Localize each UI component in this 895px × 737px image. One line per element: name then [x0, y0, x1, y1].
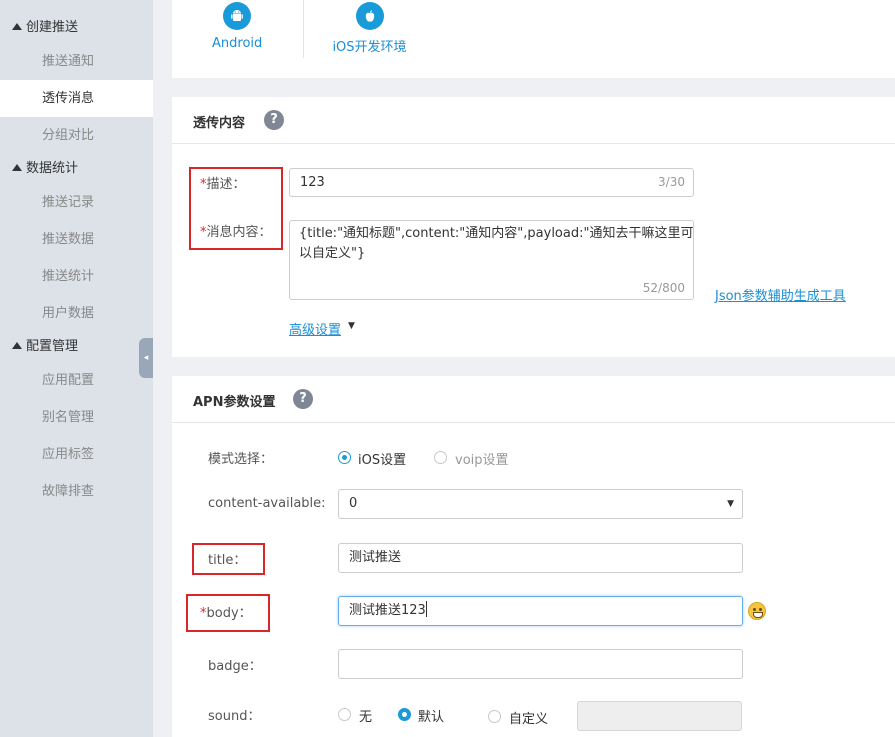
section-title-apn: APN参数设置: [193, 395, 276, 410]
apn-settings-panel: APN参数设置 ? 模式选择： iOS设置 voip设置 content-ava…: [172, 376, 895, 737]
content-char-counter: 52/800: [642, 281, 685, 295]
sidebar-group-label: 配置管理: [26, 339, 79, 354]
tab-ios-dev[interactable]: iOS开发环境: [327, 0, 412, 58]
section-divider: [172, 422, 895, 423]
description-label: *描述：: [200, 177, 246, 192]
message-content-textarea[interactable]: {title:"通知标题",content:"通知内容",payload:"通知…: [289, 220, 694, 300]
advanced-settings-link[interactable]: 高级设置: [289, 319, 341, 338]
description-value: 123: [300, 175, 325, 190]
section-title-passthrough: 透传内容: [193, 116, 246, 131]
sidebar-collapse-handle[interactable]: ◂: [139, 338, 153, 378]
sidebar-item-alias-management[interactable]: 别名管理: [0, 399, 153, 436]
mode-option-voip: voip设置: [455, 453, 509, 468]
sidebar: 创建推送 推送通知 透传消息 分组对比 数据统计 推送记录 推送数据 推送统计 …: [0, 0, 153, 737]
help-icon[interactable]: ?: [264, 110, 284, 130]
section-divider: [172, 143, 895, 144]
description-input[interactable]: 123 3/30: [289, 168, 694, 197]
sidebar-item-user-data[interactable]: 用户数据: [0, 295, 153, 332]
apn-title-value: 测试推送: [349, 550, 402, 565]
sidebar-group-config[interactable]: 配置管理: [12, 336, 78, 358]
apple-icon: [355, 2, 384, 30]
mode-option-ios: iOS设置: [358, 453, 407, 468]
content-available-select[interactable]: 0 ▼: [338, 489, 743, 519]
sound-option-custom: 自定义: [509, 712, 549, 727]
passthrough-content-panel: 透传内容 ? *描述： *消息内容： 123 3/30 {title:"通知标题…: [172, 97, 895, 357]
apn-badge-input[interactable]: [338, 649, 743, 679]
help-icon[interactable]: ?: [293, 389, 313, 409]
mode-select-label: 模式选择：: [208, 452, 274, 467]
sidebar-item-group-compare[interactable]: 分组对比: [0, 117, 153, 154]
sidebar-group-create-push[interactable]: 创建推送: [12, 17, 78, 39]
sound-radio-custom[interactable]: [488, 710, 501, 723]
sidebar-item-troubleshooting[interactable]: 故障排查: [0, 473, 153, 510]
platform-tabs-panel: Android iOS开发环境: [172, 0, 895, 78]
collapse-triangle-icon: [12, 164, 22, 171]
apn-body-label: *body：: [200, 606, 252, 621]
apn-sound-label: sound：: [208, 709, 261, 724]
dropdown-caret-icon: ▼: [348, 321, 355, 331]
sound-option-none: 无: [359, 710, 373, 725]
message-content-value: {title:"通知标题",content:"通知内容",payload:"通知…: [299, 226, 694, 261]
sidebar-item-app-tags[interactable]: 应用标签: [0, 436, 153, 473]
tab-ios-label: iOS开发环境: [332, 40, 407, 55]
message-content-label: *消息内容：: [200, 225, 272, 240]
sidebar-group-data-stats[interactable]: 数据统计: [12, 158, 78, 180]
sound-radio-default[interactable]: [398, 708, 411, 721]
collapse-triangle-icon: [12, 342, 22, 349]
description-char-counter: 3/30: [658, 175, 685, 189]
text-cursor: [425, 601, 427, 617]
mode-radio-ios[interactable]: [338, 451, 351, 464]
apn-title-input[interactable]: 测试推送: [338, 543, 743, 573]
content-available-label: content-available:: [208, 496, 326, 511]
apn-body-input[interactable]: 测试推送123: [338, 596, 743, 626]
mode-radio-voip[interactable]: [434, 451, 447, 464]
apn-title-label: title：: [208, 553, 247, 568]
tab-divider: [303, 0, 304, 58]
apn-body-value: 测试推送123: [349, 603, 426, 618]
sidebar-item-push-records[interactable]: 推送记录: [0, 184, 153, 221]
sidebar-item-app-config[interactable]: 应用配置: [0, 362, 153, 399]
tab-android-label: Android: [212, 36, 263, 51]
chevron-down-icon: ▼: [727, 499, 734, 509]
sound-radio-none[interactable]: [338, 708, 351, 721]
sound-option-default: 默认: [418, 710, 445, 725]
emoji-picker-icon[interactable]: [748, 602, 766, 620]
sidebar-item-push-data[interactable]: 推送数据: [0, 221, 153, 258]
json-tool-link[interactable]: Json参数辅助生成工具: [715, 285, 846, 304]
sidebar-item-push-stats[interactable]: 推送统计: [0, 258, 153, 295]
sidebar-group-label: 创建推送: [26, 20, 79, 35]
sidebar-item-push-notification[interactable]: 推送通知: [0, 43, 153, 80]
apn-badge-label: badge：: [208, 659, 262, 674]
content-available-value: 0: [349, 496, 358, 511]
tab-android[interactable]: Android: [212, 0, 262, 58]
sound-custom-input[interactable]: [577, 701, 742, 731]
android-icon: [223, 2, 251, 30]
sidebar-group-label: 数据统计: [26, 161, 79, 176]
collapse-triangle-icon: [12, 23, 22, 30]
sidebar-item-passthrough-message[interactable]: 透传消息: [0, 80, 153, 117]
